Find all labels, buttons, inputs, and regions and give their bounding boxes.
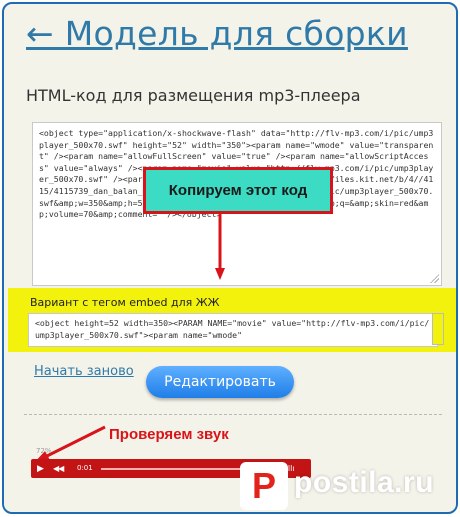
watermark-text: postila.ru [294,466,435,499]
postila-logo-icon: P [240,462,288,510]
embed-code-text: <object height=52 width=350><PARAM NAME=… [35,318,430,340]
restart-link[interactable]: Начать заново [34,364,134,379]
down-arrow-icon [215,212,225,280]
section-subtitle: HTML-код для размещения mp3-плеера [26,86,361,105]
volume-percent: 72% [36,447,52,455]
embed-title: Вариант с тегом embed для ЖЖ [30,296,220,309]
rewind-icon[interactable]: ◀◀ [53,464,64,473]
check-sound-callout: Проверяем звук [109,426,229,443]
dashed-divider [24,414,442,415]
postila-watermark: P postila.ru [240,462,456,512]
edit-button[interactable]: Редактировать [146,366,294,398]
embed-code-textarea[interactable]: <object height=52 width=350><PARAM NAME=… [28,313,438,347]
embed-panel: Вариант с тегом embed для ЖЖ <object hei… [8,288,456,352]
resize-handle-icon[interactable] [430,274,439,283]
embed-scrollbar[interactable] [432,313,444,345]
player-time: 0:01 [77,464,93,472]
play-icon[interactable]: ▶ [37,464,44,474]
page-title[interactable]: ← Модель для сборки [26,12,408,56]
copy-code-callout: Копируем этот код [143,167,333,214]
page-frame: ← Модель для сборки HTML-код для размеще… [2,2,458,514]
